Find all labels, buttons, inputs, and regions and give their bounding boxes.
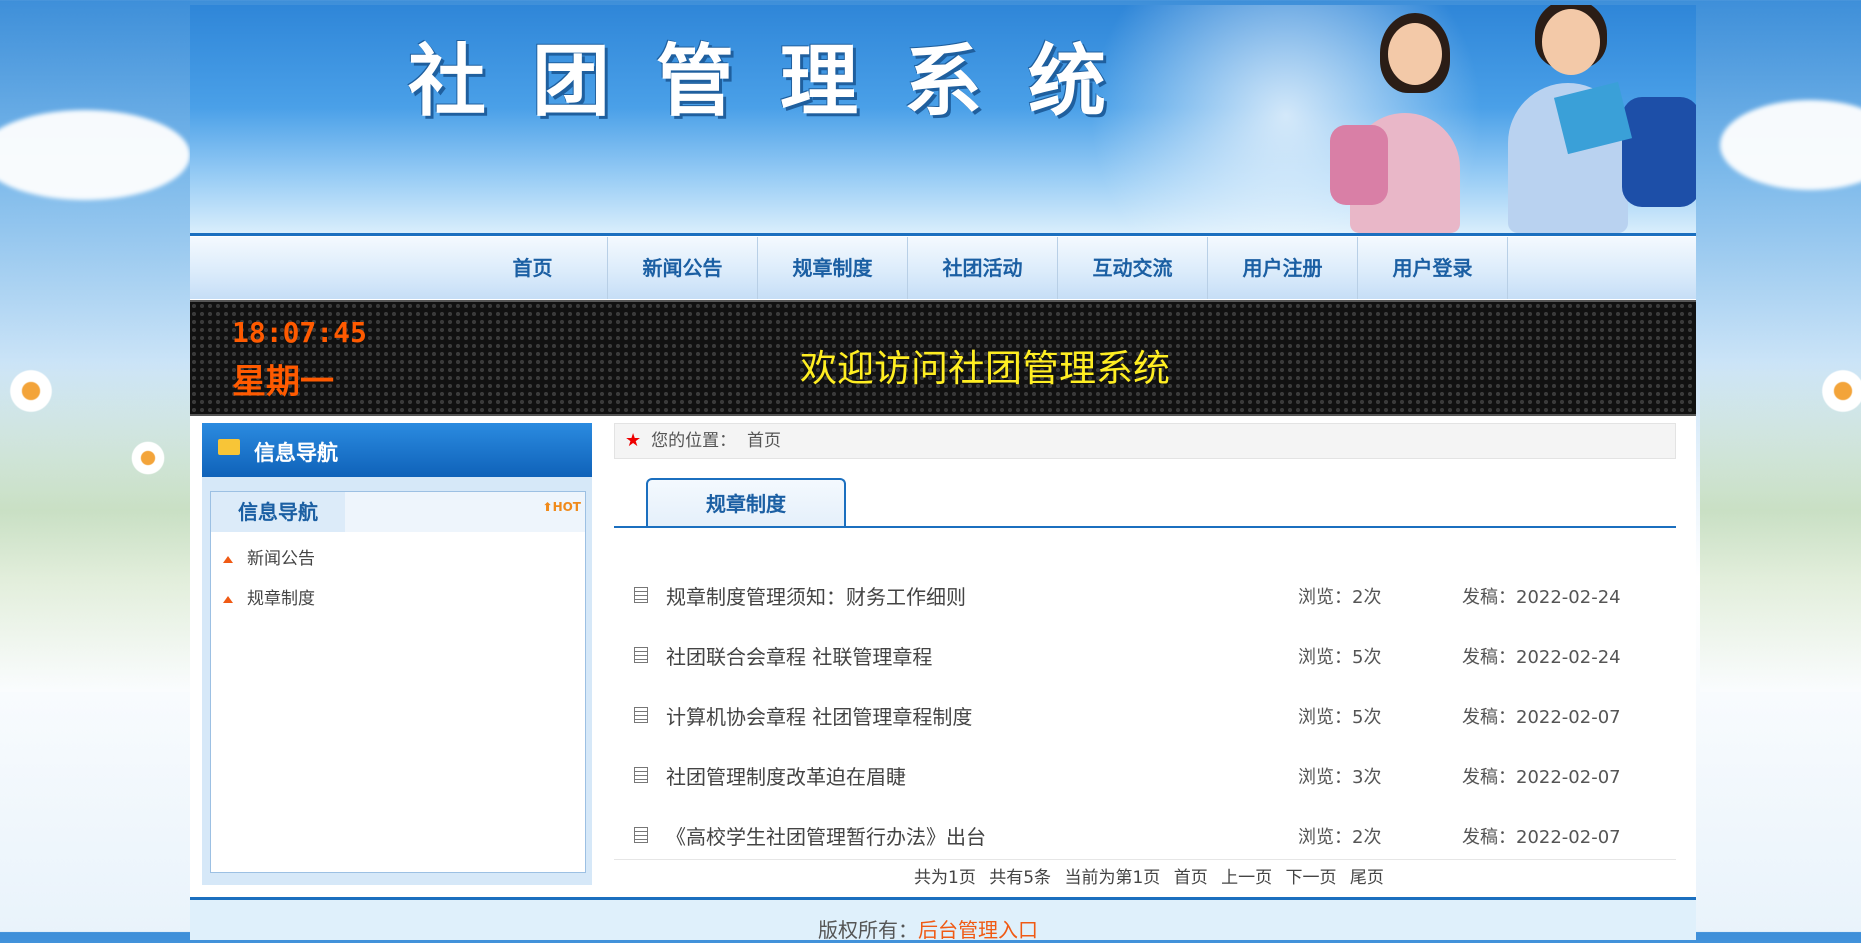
flower-decoration [130,440,166,476]
article-row: 社团管理制度改革迫在眉睫 浏览：3次 发稿：2022-02-07 [614,749,1676,809]
sidebar-item-rules[interactable]: 规章制度 [223,584,315,609]
folder-icon [218,439,240,455]
article-date: 发稿：2022-02-07 [1462,767,1621,788]
sidebar-title: 信息导航 [254,441,338,465]
cloud-decoration [1720,100,1861,190]
header-banner: 社团管理系统 [190,5,1696,236]
welcome-message: 欢迎访问社团管理系统 [800,347,1170,390]
nav-activities[interactable]: 社团活动 [908,237,1058,299]
article-views: 浏览：5次 [1298,647,1382,668]
breadcrumb: ★ 您的位置： 首页 [614,423,1676,459]
pager-last-link[interactable]: 尾页 [1350,868,1384,888]
article-date: 发稿：2022-02-07 [1462,707,1621,728]
nav-home[interactable]: 首页 [458,237,608,299]
article-title-link[interactable]: 规章制度管理须知：财务工作细则 [666,581,966,610]
article-views: 浏览：5次 [1298,707,1382,728]
main-content: ★ 您的位置： 首页 规章制度 规章制度管理须知：财务工作细则 浏览：2次 发稿：… [614,423,1676,893]
admin-entry-link[interactable]: 后台管理入口 [918,918,1038,942]
sidebar-tabbar: 信息导航 ⬆HOT [211,492,585,532]
article-row: 计算机协会章程 社团管理章程制度 浏览：5次 发稿：2022-02-07 [614,689,1676,749]
footer: 版权所有：后台管理入口 [190,897,1696,942]
sidebar-header: 信息导航 [202,423,592,477]
flower-decoration [1820,368,1861,414]
article-row: 规章制度管理须知：财务工作细则 浏览：2次 发稿：2022-02-24 [614,569,1676,629]
nav-rules[interactable]: 规章制度 [758,237,908,299]
pagination: 共为1页 共有5条 当前为第1页 首页 上一页 下一页 尾页 [914,863,1392,888]
tab-divider [614,526,1676,528]
breadcrumb-home[interactable]: 首页 [747,431,781,451]
sidebar-tab[interactable]: 信息导航 [211,492,345,532]
nav-news[interactable]: 新闻公告 [608,237,758,299]
pager-total-items: 共有5条 [989,868,1052,888]
cloud-decoration [0,110,190,200]
hot-badge: ⬆HOT [542,500,582,514]
sidebar-panel: 信息导航 ⬆HOT 新闻公告 规章制度 [210,491,586,873]
document-icon [634,767,648,783]
tab-rules[interactable]: 规章制度 [646,478,846,528]
pager-divider [614,859,1676,860]
document-icon [634,827,648,843]
article-title-link[interactable]: 社团联合会章程 社联管理章程 [666,641,932,670]
page-container: 社团管理系统 首页 新闻公告 规章制度 社团活动 互动交流 用户注册 用户登录 … [190,5,1696,942]
site-title: 社团管理系统 [408,36,1153,127]
nav-register[interactable]: 用户注册 [1208,237,1358,299]
article-title-link[interactable]: 计算机协会章程 社团管理章程制度 [666,701,972,730]
nav-interaction[interactable]: 互动交流 [1058,237,1208,299]
led-ticker: 18:07:45 星期一 欢迎访问社团管理系统 [190,300,1696,416]
pager-total-pages: 共为1页 [914,868,976,888]
main-nav: 首页 新闻公告 规章制度 社团活动 互动交流 用户注册 用户登录 [190,236,1696,299]
article-title-link[interactable]: 社团管理制度改革迫在眉睫 [666,761,906,790]
article-views: 浏览：3次 [1298,767,1382,788]
sidebar: 信息导航 信息导航 ⬆HOT 新闻公告 规章制度 [202,423,592,885]
footer-copyright: 版权所有：后台管理入口 [818,918,1038,942]
article-date: 发稿：2022-02-07 [1462,827,1621,848]
article-row: 《高校学生社团管理暂行办法》出台 浏览：2次 发稿：2022-02-07 [614,809,1676,869]
article-title-link[interactable]: 《高校学生社团管理暂行办法》出台 [666,821,986,850]
article-views: 浏览：2次 [1298,587,1382,608]
arrow-up-icon [223,556,233,563]
article-row: 社团联合会章程 社联管理章程 浏览：5次 发稿：2022-02-24 [614,629,1676,689]
pager-first-link[interactable]: 首页 [1174,868,1208,888]
clock-weekday: 星期一 [232,362,334,402]
article-date: 发稿：2022-02-24 [1462,647,1621,668]
star-icon: ★ [625,430,642,451]
pager-current: 当前为第1页 [1064,868,1161,888]
clock-time: 18:07:45 [232,316,367,349]
arrow-up-icon [223,596,233,603]
document-icon [634,707,648,723]
pager-next-link[interactable]: 下一页 [1286,868,1337,888]
flower-decoration [8,368,54,414]
article-date: 发稿：2022-02-24 [1462,587,1621,608]
pager-prev-link[interactable]: 上一页 [1221,868,1272,888]
article-views: 浏览：2次 [1298,827,1382,848]
sidebar-item-news[interactable]: 新闻公告 [223,544,315,569]
document-icon [634,647,648,663]
nav-login[interactable]: 用户登录 [1358,237,1508,299]
document-icon [634,587,648,603]
